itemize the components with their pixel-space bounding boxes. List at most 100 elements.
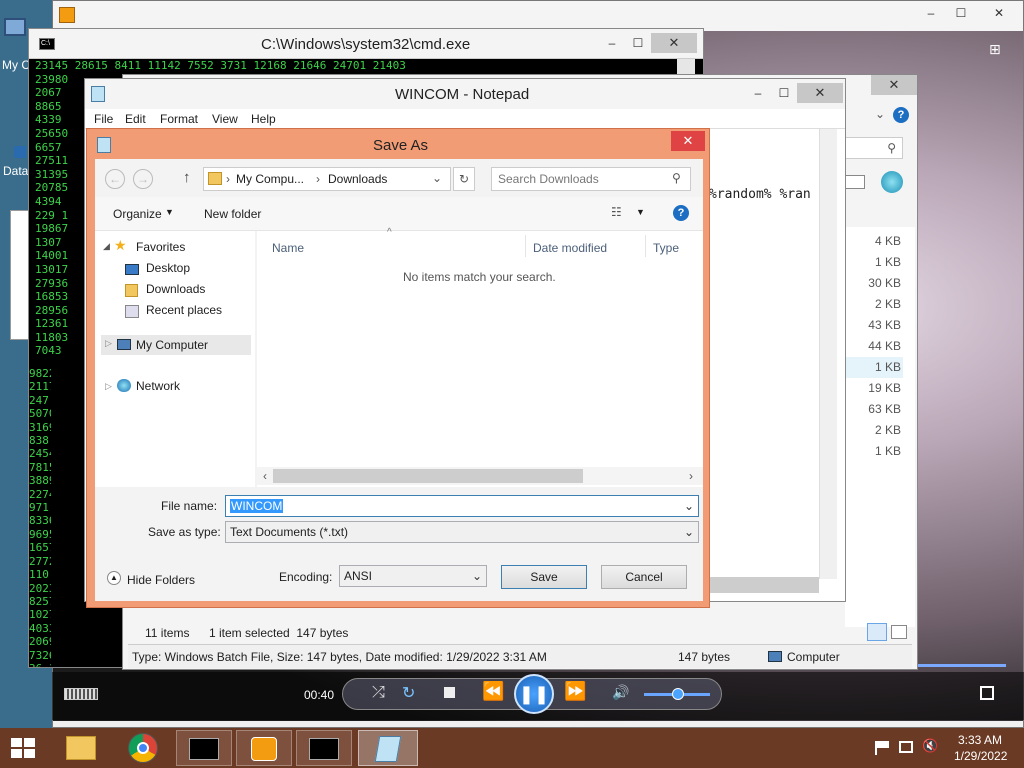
media-maximize-button[interactable]: ☐ bbox=[948, 3, 974, 23]
file-size-cell[interactable]: 44 KB bbox=[845, 336, 903, 357]
notepad-horizontal-scrollbar[interactable] bbox=[705, 577, 819, 593]
file-size-cell[interactable]: 1 KB bbox=[845, 252, 903, 273]
help-icon[interactable]: ? bbox=[673, 205, 689, 221]
tiles-view-icon[interactable] bbox=[891, 625, 907, 639]
taskbar-media-player[interactable] bbox=[236, 730, 292, 766]
expand-arrow-icon[interactable]: ▷ bbox=[105, 381, 112, 392]
hide-folders-button[interactable]: Hide Folders bbox=[127, 573, 195, 587]
cmd-close-button[interactable]: ✕ bbox=[651, 33, 697, 53]
file-size-cell[interactable]: 63 KB bbox=[845, 399, 903, 420]
menu-file[interactable]: File bbox=[94, 112, 113, 126]
nav-desktop[interactable]: Desktop bbox=[146, 261, 190, 275]
menu-view[interactable]: View bbox=[212, 112, 238, 126]
column-name[interactable]: Name bbox=[272, 241, 304, 255]
notepad-close-button[interactable]: ✕ bbox=[797, 83, 843, 103]
explorer-close-button[interactable]: ✕ bbox=[871, 75, 917, 95]
dialog-close-button[interactable]: ✕ bbox=[671, 131, 705, 151]
chevron-down-icon[interactable]: ▼ bbox=[636, 207, 645, 217]
save-as-dialog[interactable]: Save As ✕ ← → ↑ › My Compu... › Download… bbox=[86, 128, 710, 608]
view-options-icon[interactable]: ☷ bbox=[611, 205, 622, 219]
fullscreen-grid-icon[interactable]: ⊞ bbox=[989, 41, 1005, 57]
shuffle-icon[interactable]: ⤮ bbox=[372, 684, 385, 702]
cancel-button[interactable]: Cancel bbox=[601, 565, 687, 589]
address-bar[interactable]: › My Compu... › Downloads ⌄ bbox=[203, 167, 451, 191]
crumb-my-computer[interactable]: My Compu... bbox=[236, 172, 304, 186]
volume-icon[interactable]: 🔊 bbox=[612, 684, 629, 701]
media-minimize-button[interactable]: – bbox=[918, 3, 944, 23]
organize-button[interactable]: Organize bbox=[113, 207, 162, 221]
scroll-thumb[interactable] bbox=[273, 469, 583, 483]
notepad-maximize-button[interactable]: ☐ bbox=[771, 83, 797, 103]
chevron-down-icon[interactable]: ⌄ bbox=[684, 522, 694, 542]
address-dropdown-icon[interactable]: ⌄ bbox=[432, 171, 442, 185]
nav-network[interactable]: Network bbox=[136, 379, 180, 393]
repeat-icon[interactable]: ↻ bbox=[402, 683, 415, 703]
back-button[interactable]: ← bbox=[105, 169, 125, 189]
file-size-cell[interactable]: 4 KB bbox=[845, 231, 903, 252]
start-button[interactable] bbox=[8, 736, 38, 760]
file-size-cell[interactable]: 1 KB bbox=[845, 357, 903, 378]
crumb-downloads[interactable]: Downloads bbox=[328, 172, 387, 186]
clock-date[interactable]: 1/29/2022 bbox=[954, 749, 1007, 763]
file-size-cell[interactable]: 43 KB bbox=[845, 315, 903, 336]
notepad-minimize-button[interactable]: – bbox=[745, 83, 771, 103]
expand-arrow-icon[interactable]: ◢ bbox=[103, 241, 110, 252]
cmd-minimize-button[interactable]: – bbox=[599, 33, 625, 53]
new-folder-button[interactable]: New folder bbox=[204, 207, 261, 221]
explorer-search-box[interactable]: ⚲ bbox=[845, 137, 903, 159]
file-size-cell[interactable]: 30 KB bbox=[845, 273, 903, 294]
taskbar-cmd-2[interactable] bbox=[296, 730, 352, 766]
up-button[interactable]: ↑ bbox=[183, 169, 191, 186]
details-view-icon[interactable] bbox=[867, 623, 887, 641]
next-icon[interactable]: ⏩ bbox=[564, 681, 586, 702]
network-tray-icon[interactable] bbox=[899, 741, 913, 753]
notepad-vertical-scrollbar[interactable] bbox=[819, 129, 837, 579]
file-name-field[interactable]: WINCOM ⌄ bbox=[225, 495, 699, 517]
clock-time[interactable]: 3:33 AM bbox=[958, 733, 1002, 747]
nav-downloads[interactable]: Downloads bbox=[146, 282, 205, 296]
taskbar-chrome[interactable] bbox=[118, 730, 170, 766]
save-as-type-select[interactable]: Text Documents (*.txt) ⌄ bbox=[225, 521, 699, 543]
nav-favorites[interactable]: Favorites bbox=[136, 240, 185, 254]
menu-format[interactable]: Format bbox=[160, 112, 198, 126]
volume-thumb[interactable] bbox=[672, 688, 684, 700]
file-name-value[interactable]: WINCOM bbox=[230, 499, 284, 513]
action-center-flag-icon[interactable] bbox=[875, 741, 889, 755]
media-close-button[interactable]: ✕ bbox=[986, 3, 1012, 23]
expand-arrow-icon[interactable]: ▷ bbox=[105, 338, 112, 349]
chevron-down-icon[interactable]: ⌄ bbox=[684, 496, 694, 516]
explorer-view-icon[interactable] bbox=[845, 175, 865, 189]
explorer-expand-icon[interactable]: ⌄ bbox=[875, 107, 885, 121]
encoding-select[interactable]: ANSI ⌄ bbox=[339, 565, 487, 587]
taskbar-cmd-1[interactable] bbox=[176, 730, 232, 766]
search-box[interactable]: Search Downloads ⚲ bbox=[491, 167, 691, 191]
file-size-cell[interactable]: 1 KB bbox=[845, 441, 903, 462]
horizontal-scrollbar[interactable]: ‹ › bbox=[257, 467, 703, 485]
pause-button[interactable]: ❚❚ bbox=[514, 674, 554, 714]
desktop-icon-computer[interactable]: My C bbox=[0, 10, 30, 80]
scroll-left-icon[interactable]: ‹ bbox=[263, 469, 267, 483]
file-size-cell[interactable]: 2 KB bbox=[845, 294, 903, 315]
taskbar-notepad[interactable] bbox=[358, 730, 418, 766]
explorer-help-icon[interactable]: ? bbox=[893, 107, 909, 123]
nav-recent-places[interactable]: Recent places bbox=[146, 303, 222, 317]
desktop-icon-data[interactable]: Data bbox=[0, 140, 28, 180]
stop-icon[interactable] bbox=[444, 687, 455, 698]
hide-folders-icon[interactable]: ▲ bbox=[107, 571, 121, 585]
file-size-cell[interactable]: 2 KB bbox=[845, 420, 903, 441]
forward-button[interactable]: → bbox=[133, 169, 153, 189]
column-type[interactable]: Type bbox=[653, 241, 679, 255]
menu-help[interactable]: Help bbox=[251, 112, 276, 126]
search-input[interactable]: Search Downloads bbox=[498, 172, 599, 186]
column-date-modified[interactable]: Date modified bbox=[533, 241, 607, 255]
notepad-text-area[interactable]: %random% %ran bbox=[709, 187, 819, 202]
refresh-button[interactable]: ↻ bbox=[453, 167, 475, 191]
switch-to-library-icon[interactable] bbox=[64, 688, 98, 700]
cmd-maximize-button[interactable]: ☐ bbox=[625, 33, 651, 53]
file-size-cell[interactable]: 19 KB bbox=[845, 378, 903, 399]
chevron-down-icon[interactable]: ⌄ bbox=[472, 566, 482, 586]
menu-edit[interactable]: Edit bbox=[125, 112, 146, 126]
save-button[interactable]: Save bbox=[501, 565, 587, 589]
scroll-right-icon[interactable]: › bbox=[689, 469, 693, 483]
file-list[interactable]: ^ Name Date modified Type No items match… bbox=[257, 227, 703, 487]
